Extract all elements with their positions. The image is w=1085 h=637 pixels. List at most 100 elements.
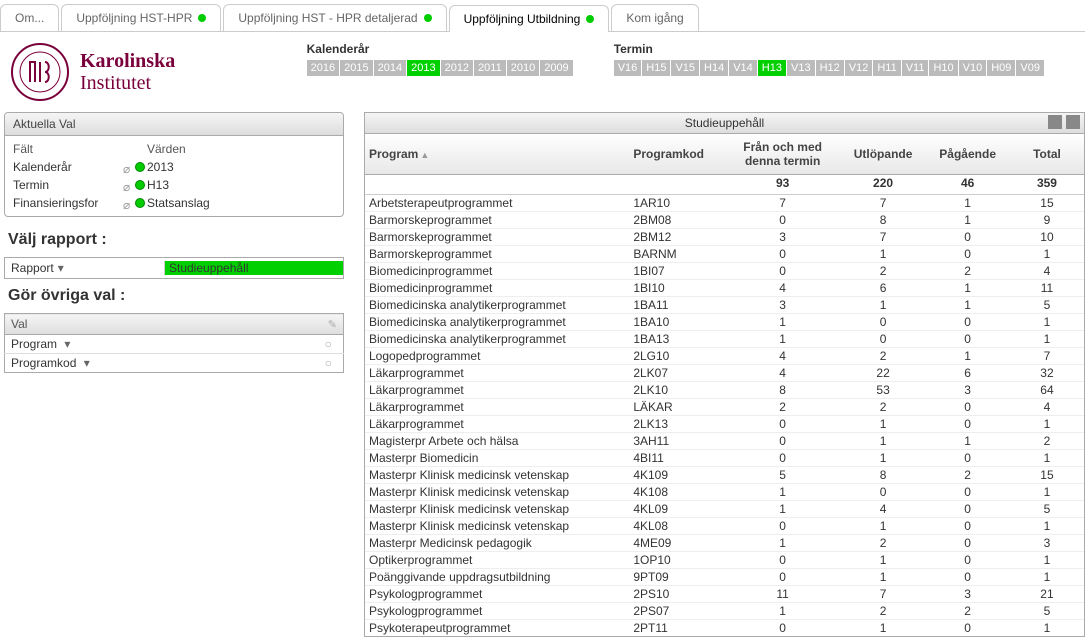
col-program[interactable]: Program▲ [365,134,629,175]
term-V11[interactable]: V11 [902,60,930,76]
tab-0[interactable]: Om... [0,4,59,31]
table-row: Psykologprogrammet2PS10117321 [365,586,1084,603]
status-dot-icon [586,15,594,23]
tab-3[interactable]: Uppföljning Utbildning [449,5,610,32]
table-row: Poänggivande uppdragsutbildning9PT090101 [365,569,1084,586]
sort-asc-icon: ▲ [420,150,429,160]
table-row: Masterpr Medicinsk pedagogik4ME091203 [365,535,1084,552]
aktuella-row: Kalenderår⌀2013 [13,158,335,176]
clear-icon[interactable]: ⌀ [123,180,133,190]
status-dot-icon [135,198,145,208]
table-row: Logopedprogrammet2LG104217 [365,348,1084,365]
term-H12[interactable]: H12 [816,60,845,76]
pencil-icon[interactable]: ✎ [328,319,337,331]
aktuella-title: Aktuella Val [13,117,75,131]
table-row: Psykoterapeutprogrammet2PT110101 [365,620,1084,637]
term-H13[interactable]: H13 [758,60,787,76]
term-H14[interactable]: H14 [700,60,729,76]
data-table-panel: Studieuppehåll Program▲ Programkod Från … [364,112,1085,637]
col-fran[interactable]: Från och med denna termin [724,134,840,175]
val-row[interactable]: Program ▾○ [5,335,344,354]
year-2016[interactable]: 2016 [307,60,340,76]
table-row: Biomedicinska analytikerprogrammet1BA131… [365,331,1084,348]
table-row: Läkarprogrammet2LK10853364 [365,382,1084,399]
term-V15[interactable]: V15 [671,60,700,76]
table-row: Biomedicinska analytikerprogrammet1BA113… [365,297,1084,314]
logo-line1: Karolinska [80,50,175,72]
col-programkod[interactable]: Programkod [629,134,724,175]
term-V12[interactable]: V12 [845,60,874,76]
table-row: Magisterpr Arbete och hälsa3AH110112 [365,433,1084,450]
year-bar: 20162015201420132012201120102009 [307,60,574,76]
status-dot-icon [135,162,145,172]
logo: Karolinska Institutet [10,42,307,102]
table-row: Masterpr Klinisk medicinsk vetenskap4K10… [365,467,1084,484]
term-V14[interactable]: V14 [729,60,758,76]
chevron-down-icon: ▾ [60,337,74,351]
year-2014[interactable]: 2014 [374,60,407,76]
table-row: LäkarprogrammetLÄKAR2204 [365,399,1084,416]
tab-1[interactable]: Uppföljning HST-HPR [61,4,221,31]
tab-2[interactable]: Uppföljning HST - HPR detaljerad [223,4,446,31]
header: Karolinska Institutet Kalenderår 2016201… [0,32,1085,112]
table-row: Biomedicinska analytikerprogrammet1BA101… [365,314,1084,331]
col-utlopande[interactable]: Utlöpande [841,134,926,175]
aktuella-val-panel: Aktuella Val Fält Värden Kalenderår⌀2013… [4,112,344,217]
term-H11[interactable]: H11 [873,60,901,76]
val-row[interactable]: Programkod ▾○ [5,354,344,373]
tab-4[interactable]: Kom igång [611,4,698,31]
term-H10[interactable]: H10 [929,60,958,76]
term-V10[interactable]: V10 [959,60,988,76]
data-title: Studieuppehåll [685,116,764,130]
table-row: Psykologprogrammet2PS071225 [365,603,1084,620]
kalenderar-label: Kalenderår [307,42,574,56]
logo-line2: Institutet [80,72,175,94]
clear-icon[interactable]: ⌀ [123,162,133,172]
year-2009[interactable]: 2009 [540,60,573,76]
termin-filter: Termin V16H15V15H14V14H13V13H12V12H11V11… [614,42,1045,102]
table-row: Barmorskeprogrammet2BM1237010 [365,229,1084,246]
term-V16[interactable]: V16 [614,60,643,76]
chevron-down-icon: ▾ [80,356,94,370]
val-title: Val [5,314,314,335]
logo-seal-icon [10,42,70,102]
term-V09[interactable]: V09 [1016,60,1045,76]
col-total[interactable]: Total [1010,134,1084,175]
rapport-value: Studieuppehåll [165,261,343,275]
table-row: Masterpr Klinisk medicinsk vetenskap4K10… [365,484,1084,501]
export-icon[interactable] [1066,115,1080,129]
table-row: Läkarprogrammet2LK130101 [365,416,1084,433]
aktuella-header-varden: Värden [147,142,335,156]
status-dot-icon [135,180,145,190]
rapport-dropdown[interactable]: Rapport▾ Studieuppehåll [4,257,344,279]
year-2012[interactable]: 2012 [441,60,474,76]
termin-label: Termin [614,42,1045,56]
term-H09[interactable]: H09 [987,60,1016,76]
year-2013[interactable]: 2013 [407,60,440,76]
kalenderar-filter: Kalenderår 20162015201420132012201120102… [307,42,574,102]
year-2010[interactable]: 2010 [507,60,540,76]
year-2015[interactable]: 2015 [340,60,373,76]
totals-row: 93 220 46 359 [365,175,1084,195]
aktuella-header-falt: Fält [13,142,123,156]
table-row: Barmorskeprogrammet2BM080819 [365,212,1084,229]
print-icon[interactable] [1048,115,1062,129]
status-dot-icon [424,14,432,22]
table-row: BarmorskeprogrammetBARNM0101 [365,246,1084,263]
table-row: Biomedicinprogrammet1BI070224 [365,263,1084,280]
status-dot-icon [198,14,206,22]
year-2011[interactable]: 2011 [474,60,507,76]
aktuella-row: Termin⌀H13 [13,176,335,194]
gor-ovriga-heading: Gör övriga val : [8,287,344,305]
chevron-down-icon: ▾ [54,261,68,275]
table-row: Biomedicinprogrammet1BI1046111 [365,280,1084,297]
term-V13[interactable]: V13 [787,60,816,76]
aktuella-row: Finansieringsfor⌀Statsanslag [13,194,335,212]
term-bar: V16H15V15H14V14H13V13H12V12H11V11H10V10H… [614,60,1045,76]
clear-icon[interactable]: ⌀ [123,198,133,208]
val-table: Val ✎ Program ▾○Programkod ▾○ [4,313,344,373]
data-table: Program▲ Programkod Från och med denna t… [365,134,1084,636]
table-row: Optikerprogrammet1OP100101 [365,552,1084,569]
col-pagaende[interactable]: Pågående [925,134,1010,175]
term-H15[interactable]: H15 [642,60,671,76]
